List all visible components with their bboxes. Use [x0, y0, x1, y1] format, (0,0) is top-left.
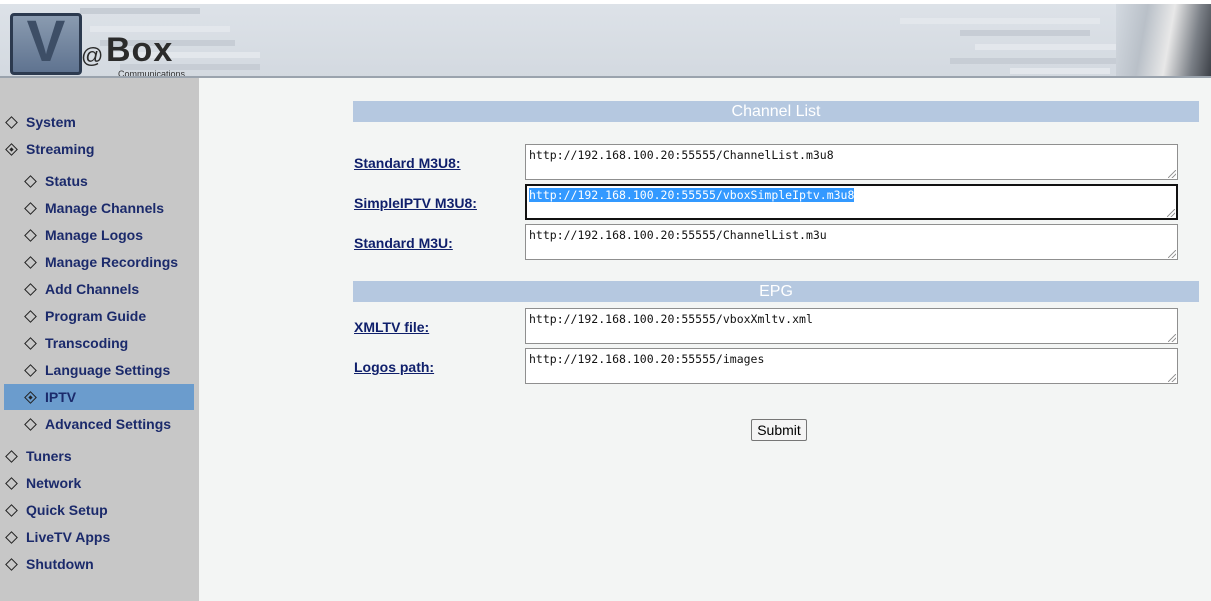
logos-path-value: http://192.168.100.20:55555/images	[529, 352, 765, 366]
diamond-filled-icon	[24, 390, 37, 404]
sidebar-item-manage-channels[interactable]: Manage Channels	[4, 195, 194, 221]
sidebar-item-label: Shutdown	[26, 556, 94, 572]
vbox-logo: V @ Box Communications	[8, 9, 203, 78]
banner-corner-art	[1116, 4, 1211, 78]
diamond-icon	[24, 228, 37, 242]
resize-grip-icon[interactable]	[1168, 374, 1176, 382]
sidebar-item-quick-setup[interactable]: Quick Setup	[4, 497, 194, 523]
logo-emblem: V	[10, 9, 82, 75]
sidebar-item-manage-recordings[interactable]: Manage Recordings	[4, 249, 194, 275]
submit-button[interactable]: Submit	[751, 419, 807, 441]
sidebar-item-label: Streaming	[26, 141, 95, 157]
standard-m3u8-value: http://192.168.100.20:55555/ChannelList.…	[529, 148, 834, 162]
diamond-icon	[5, 503, 18, 517]
sidebar-item-streaming[interactable]: Streaming	[4, 136, 194, 162]
sidebar-item-label: System	[26, 114, 76, 130]
sidebar-item-add-channels[interactable]: Add Channels	[4, 276, 194, 302]
diamond-icon	[24, 255, 37, 269]
xmltv-file-value: http://192.168.100.20:55555/vboxXmltv.xm…	[529, 312, 813, 326]
simpleiptv-m3u8-label[interactable]: SimpleIPTV M3U8:	[354, 195, 477, 211]
banner-stripe	[900, 18, 1100, 24]
sidebar-item-livetv-apps[interactable]: LiveTV Apps	[4, 524, 194, 550]
standard-m3u-label[interactable]: Standard M3U:	[354, 235, 453, 251]
logos-path-field[interactable]: http://192.168.100.20:55555/images	[525, 348, 1178, 384]
sidebar-item-status[interactable]: Status	[4, 168, 194, 194]
diamond-filled-icon	[5, 142, 18, 156]
xmltv-file-field[interactable]: http://192.168.100.20:55555/vboxXmltv.xm…	[525, 308, 1178, 344]
logo-v-letter: V	[26, 9, 66, 74]
sidebar-item-label: Manage Channels	[45, 200, 165, 216]
sidebar-item-label: Add Channels	[45, 281, 140, 297]
sidebar-item-label: LiveTV Apps	[26, 529, 111, 545]
logos-path-label[interactable]: Logos path:	[354, 359, 434, 375]
banner-stripe	[975, 44, 1125, 50]
sidebar-item-label: Manage Recordings	[45, 254, 179, 270]
sidebar-item-label: Quick Setup	[26, 502, 108, 518]
diamond-icon	[24, 282, 37, 296]
standard-m3u-value: http://192.168.100.20:55555/ChannelList.…	[529, 228, 827, 242]
diamond-icon	[5, 530, 18, 544]
diamond-icon	[24, 309, 37, 323]
diamond-icon	[5, 115, 18, 129]
sidebar-item-system[interactable]: System	[4, 109, 194, 135]
sidebar-item-label: Status	[45, 173, 88, 189]
diamond-icon	[24, 363, 37, 377]
sidebar-item-manage-logos[interactable]: Manage Logos	[4, 222, 194, 248]
diamond-icon	[24, 417, 37, 431]
sidebar-item-label: IPTV	[45, 389, 77, 405]
standard-m3u-field[interactable]: http://192.168.100.20:55555/ChannelList.…	[525, 224, 1178, 260]
sidebar-item-label: Network	[26, 475, 82, 491]
header-banner: V @ Box Communications	[0, 0, 1211, 78]
sidebar-item-label: Language Settings	[45, 362, 171, 378]
banner-stripe	[1010, 68, 1110, 74]
resize-grip-icon[interactable]	[1168, 334, 1176, 342]
resize-grip-icon[interactable]	[1168, 170, 1176, 178]
resize-grip-icon[interactable]	[1167, 209, 1175, 217]
channel-list-header: Channel List	[353, 101, 1199, 122]
diamond-icon	[5, 449, 18, 463]
logo-at-sign: @	[81, 43, 104, 68]
sidebar-item-label: Program Guide	[45, 308, 147, 324]
sidebar-item-label: Transcoding	[45, 335, 129, 351]
sidebar-item-advanced-settings[interactable]: Advanced Settings	[4, 411, 194, 437]
sidebar-item-iptv[interactable]: IPTV	[4, 384, 194, 410]
diamond-icon	[24, 174, 37, 188]
xmltv-file-label[interactable]: XMLTV file:	[354, 319, 429, 335]
sidebar-item-language-settings[interactable]: Language Settings	[4, 357, 194, 383]
sidebar-item-network[interactable]: Network	[4, 470, 194, 496]
epg-header: EPG	[353, 281, 1199, 302]
standard-m3u8-label[interactable]: Standard M3U8:	[354, 155, 461, 171]
sidebar-item-shutdown[interactable]: Shutdown	[4, 551, 194, 577]
sidebar-item-tuners[interactable]: Tuners	[4, 443, 194, 469]
sidebar-item-label: Manage Logos	[45, 227, 144, 243]
diamond-icon	[24, 201, 37, 215]
sidebar-item-label: Advanced Settings	[45, 416, 172, 432]
simpleiptv-m3u8-field[interactable]: http://192.168.100.20:55555/vboxSimpleIp…	[525, 184, 1178, 220]
sidebar-item-transcoding[interactable]: Transcoding	[4, 330, 194, 356]
simpleiptv-m3u8-value: http://192.168.100.20:55555/vboxSimpleIp…	[529, 188, 855, 202]
diamond-icon	[24, 336, 37, 350]
sidebar-item-program-guide[interactable]: Program Guide	[4, 303, 194, 329]
banner-stripe	[950, 58, 1120, 64]
resize-grip-icon[interactable]	[1168, 250, 1176, 258]
sidebar-item-label: Tuners	[26, 448, 72, 464]
diamond-icon	[5, 557, 18, 571]
logo-box-text: Box	[106, 31, 174, 69]
standard-m3u8-field[interactable]: http://192.168.100.20:55555/ChannelList.…	[525, 144, 1178, 180]
banner-stripe	[960, 30, 1090, 36]
diamond-icon	[5, 476, 18, 490]
